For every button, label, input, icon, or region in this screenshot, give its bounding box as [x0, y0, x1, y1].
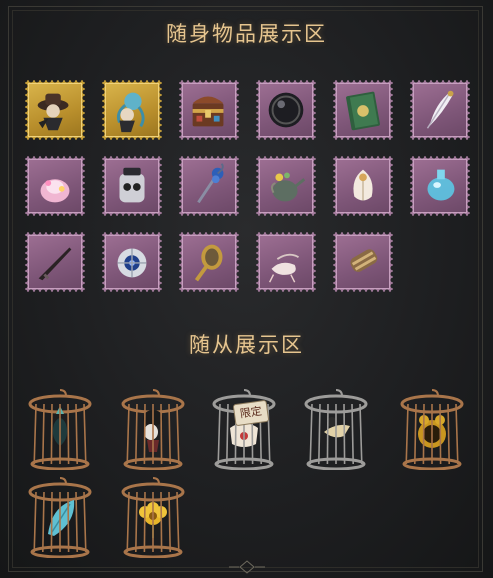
rose-cane-icon [197, 163, 224, 204]
companions-section-title: 随从展示区 [189, 333, 304, 357]
companion-slot[interactable] [396, 388, 468, 471]
dark-orb-icon [268, 92, 304, 128]
blue-leaf-cage-icon [28, 477, 92, 559]
item-slot[interactable] [333, 232, 393, 292]
watering-can-icon [270, 172, 306, 202]
jeweled-clockwork-icon [117, 248, 147, 278]
hand-mirror-icon [194, 244, 223, 282]
companion-slot[interactable] [24, 388, 96, 471]
item-slot[interactable] [102, 232, 162, 292]
companion-slot[interactable] [300, 388, 372, 471]
items-section-title: 随身物品展示区 [166, 22, 327, 46]
ballet-shoes-icon [268, 253, 300, 283]
bird-skull-cage-icon [304, 389, 368, 471]
companion-slot[interactable] [117, 476, 189, 559]
companion-slot[interactable] [117, 388, 189, 471]
item-slot[interactable] [179, 232, 239, 292]
scroll-tube-icon [350, 249, 378, 272]
item-slot[interactable] [25, 156, 85, 216]
item-slot[interactable] [333, 156, 393, 216]
masked-figure-cage-icon [121, 389, 185, 471]
dagger-icon [38, 247, 72, 281]
item-slot[interactable] [256, 232, 316, 292]
white-flower-icon [353, 169, 373, 201]
limited-badge: 限定 [232, 399, 270, 427]
green-book-icon [346, 91, 380, 131]
feather-quill-icon [426, 90, 454, 129]
skull-jar-icon [119, 167, 145, 203]
hat-doll-icon [37, 93, 69, 131]
companion-slot[interactable]: 限定 [208, 388, 280, 471]
item-slot[interactable] [179, 80, 239, 140]
item-slot[interactable] [179, 156, 239, 216]
item-slot[interactable] [256, 156, 316, 216]
item-slot[interactable] [333, 80, 393, 140]
pink-lamp-icon [40, 179, 70, 203]
item-slot[interactable] [25, 232, 85, 292]
paper-scroll-cage-icon [212, 389, 276, 471]
gold-flower-cage-icon [121, 477, 185, 559]
treasure-chest-icon [192, 96, 224, 127]
crowned-bird-cage-icon [28, 389, 92, 471]
item-slot[interactable] [256, 80, 316, 140]
item-slot[interactable] [410, 80, 470, 140]
golden-clock-cage-icon [400, 389, 464, 471]
item-slot[interactable] [102, 80, 162, 140]
item-slot[interactable] [410, 156, 470, 216]
item-slot[interactable] [25, 80, 85, 140]
octopus-doll-icon [116, 92, 145, 133]
companion-slot[interactable] [24, 476, 96, 559]
bottom-ornament-icon [229, 560, 265, 574]
item-slot[interactable] [102, 156, 162, 216]
blue-bottle-icon [427, 169, 455, 201]
